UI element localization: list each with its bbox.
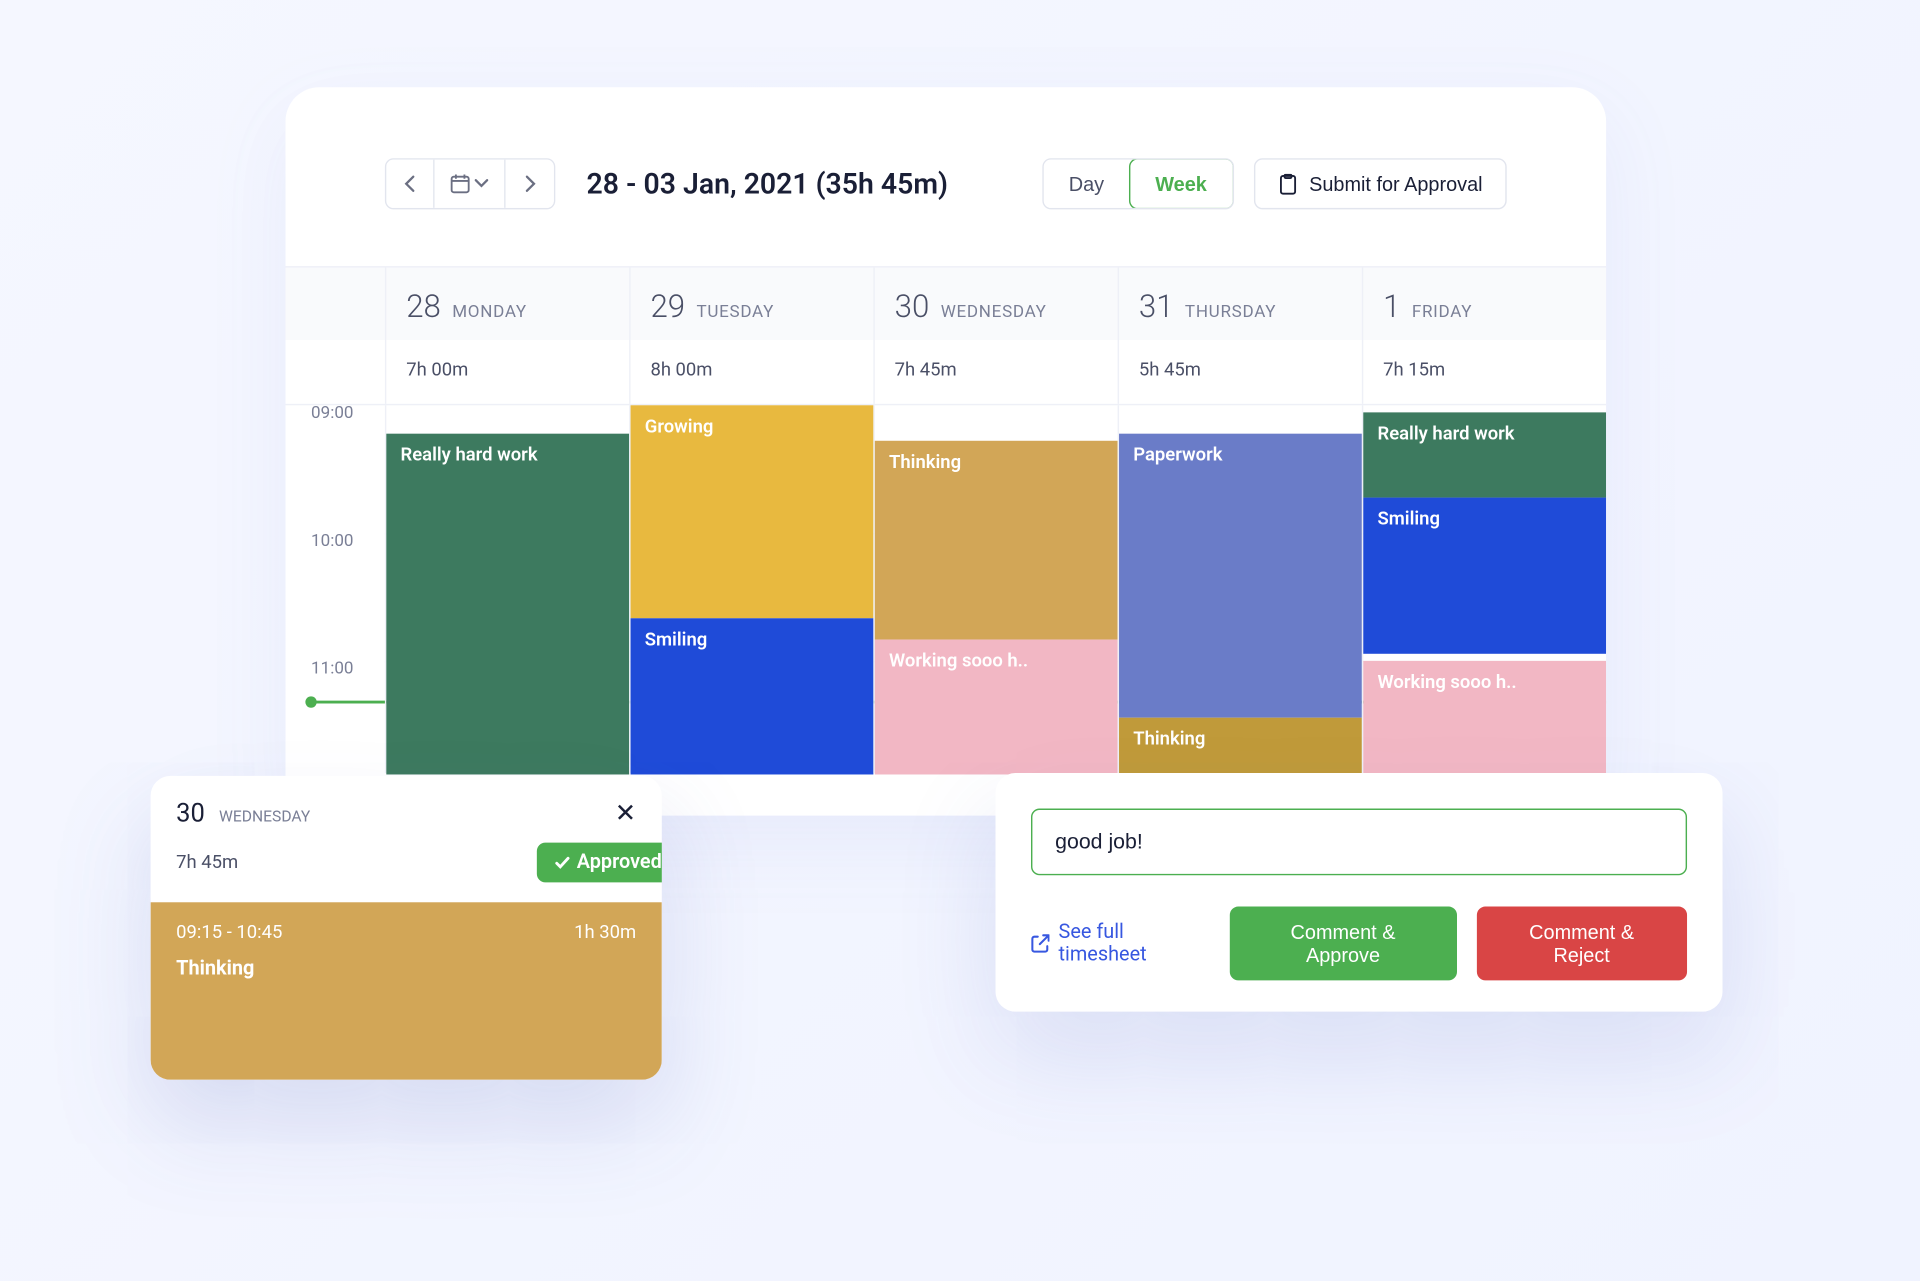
day-column-wed: ThinkingWorking sooo h.. — [873, 405, 1117, 773]
toolbar: 28 - 03 Jan, 2021 (35h 45m) Day Week Sub… — [286, 158, 1607, 266]
day-column-mon: Really hard work — [385, 405, 629, 773]
calendar-event[interactable]: Paperwork — [1119, 433, 1362, 717]
popup-event-duration: 1h 30m — [574, 922, 636, 943]
time-label: 09:00 — [311, 402, 353, 422]
day-hours: 7h 15m — [1362, 339, 1606, 403]
approved-badge: Approved — [537, 842, 662, 882]
chevron-left-icon — [403, 175, 417, 192]
day-header[interactable]: 31THURSDAY — [1118, 267, 1362, 339]
time-label: 10:00 — [311, 530, 353, 550]
day-header[interactable]: 29TUESDAY — [629, 267, 873, 339]
view-day-button[interactable]: Day — [1043, 159, 1129, 207]
day-hours: 8h 00m — [629, 339, 873, 403]
close-icon[interactable]: ✕ — [615, 798, 636, 828]
day-hours: 5h 45m — [1118, 339, 1362, 403]
day-hours: 7h 45m — [873, 339, 1117, 403]
prev-button[interactable] — [386, 159, 434, 207]
see-full-timesheet-link[interactable]: See full timesheet — [1031, 920, 1210, 965]
day-column-fri: Really hard workSmilingWorking sooo h.. — [1362, 405, 1606, 773]
calendar-event[interactable]: Growing — [631, 405, 874, 618]
submit-approval-label: Submit for Approval — [1309, 172, 1482, 195]
chevron-down-icon — [474, 178, 488, 189]
day-header[interactable]: 1FRIDAY — [1362, 267, 1606, 339]
comment-reject-button[interactable]: Comment & Reject — [1476, 906, 1687, 980]
date-nav-group — [385, 158, 555, 209]
view-toggle: Day Week — [1042, 158, 1234, 209]
popup-day-name: WEDNESDAY — [219, 807, 310, 825]
day-detail-popup: 30 WEDNESDAY ✕ 7h 45m Approved 09:15 - 1… — [151, 775, 662, 1079]
clipboard-icon — [1278, 173, 1298, 194]
calendar-event[interactable]: Really hard work — [1363, 412, 1606, 497]
popup-event-time: 09:15 - 10:45 — [176, 922, 282, 943]
check-icon — [554, 854, 571, 871]
calendar-event[interactable]: Thinking — [1119, 717, 1362, 774]
calendar-event[interactable]: Working sooo h.. — [875, 639, 1118, 774]
calendar-grid: 09:00 10:00 11:00 Really hard work Growi… — [286, 403, 1607, 772]
date-range-title: 28 - 03 Jan, 2021 (35h 45m) — [587, 166, 948, 200]
popup-event[interactable]: 09:15 - 10:45 1h 30m Thinking — [151, 902, 662, 1079]
day-header[interactable]: 28MONDAY — [385, 267, 629, 339]
approval-comment-card: See full timesheet Comment & Approve Com… — [996, 773, 1723, 1012]
day-column-tue: GrowingSmiling — [629, 405, 873, 773]
popup-day-number: 30 — [176, 798, 205, 828]
timesheet-panel: 28 - 03 Jan, 2021 (35h 45m) Day Week Sub… — [286, 87, 1607, 815]
view-week-button[interactable]: Week — [1128, 158, 1234, 209]
time-label: 11:00 — [311, 658, 353, 678]
day-hours: 7h 00m — [385, 339, 629, 403]
calendar-event[interactable]: Smiling — [1363, 497, 1606, 653]
time-rail: 09:00 10:00 11:00 — [286, 405, 385, 773]
external-link-icon — [1031, 933, 1050, 953]
date-picker-button[interactable] — [435, 159, 506, 207]
chevron-right-icon — [523, 175, 537, 192]
calendar-event[interactable]: Smiling — [631, 618, 874, 774]
calendar-icon — [450, 173, 470, 193]
comment-input[interactable] — [1031, 808, 1687, 875]
popup-day-hours: 7h 45m — [176, 851, 238, 872]
calendar-event[interactable]: Really hard work — [386, 433, 629, 774]
calendar-event[interactable]: Working sooo h.. — [1363, 660, 1606, 774]
day-header-row: 28MONDAY 29TUESDAY 30WEDNESDAY 31THURSDA… — [286, 266, 1607, 340]
day-hours-row: 7h 00m 8h 00m 7h 45m 5h 45m 7h 15m — [286, 339, 1607, 403]
submit-approval-button[interactable]: Submit for Approval — [1254, 158, 1507, 209]
day-header[interactable]: 30WEDNESDAY — [873, 267, 1117, 339]
comment-approve-button[interactable]: Comment & Approve — [1230, 906, 1457, 980]
next-button[interactable] — [506, 159, 554, 207]
day-column-thu: PaperworkThinking — [1118, 405, 1362, 773]
popup-event-title: Thinking — [176, 957, 636, 980]
calendar-event[interactable]: Thinking — [875, 440, 1118, 639]
